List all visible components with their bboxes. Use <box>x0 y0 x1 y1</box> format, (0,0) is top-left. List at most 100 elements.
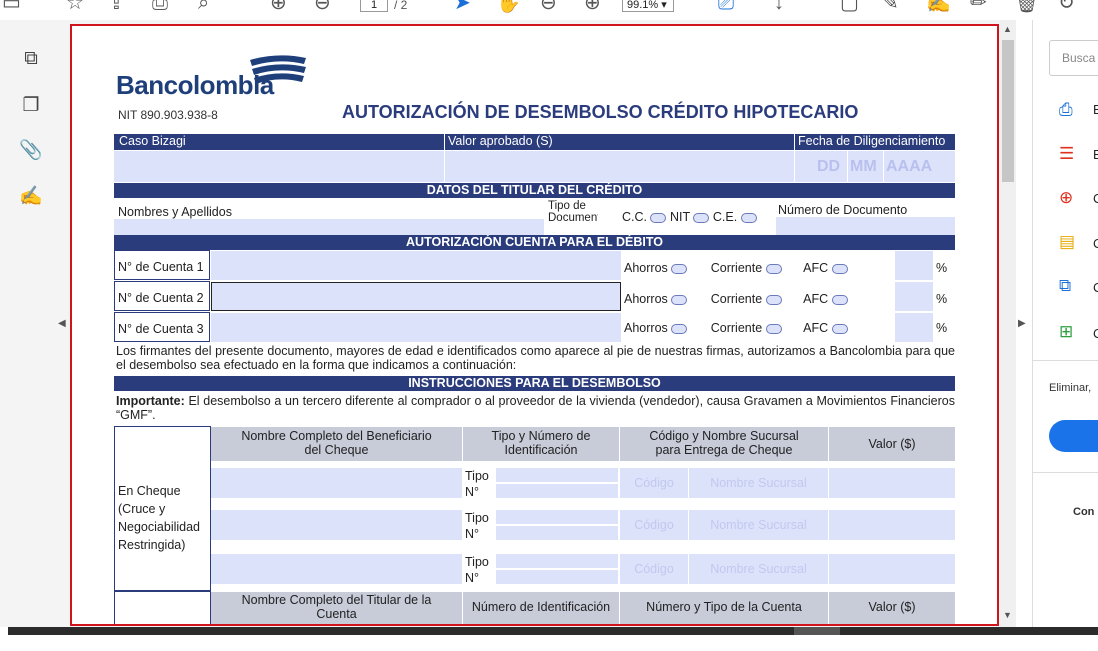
rotate-icon[interactable]: ↻ <box>1058 0 1075 14</box>
valor-input-1[interactable] <box>829 468 955 498</box>
nombres-input[interactable] <box>114 219 544 235</box>
upload-icon[interactable]: ⇪ <box>108 0 125 14</box>
scroll-up-icon[interactable]: ▲ <box>1003 24 1012 34</box>
horizontal-scroll-thumb[interactable] <box>794 627 840 635</box>
tool-label-6[interactable]: C <box>1093 326 1098 341</box>
fecha-mm[interactable]: MM <box>848 151 883 182</box>
highlight-icon[interactable]: ✎ <box>882 0 899 14</box>
ce-radio[interactable] <box>740 212 757 223</box>
codigo-input-2[interactable]: Código <box>620 510 688 540</box>
valor-input[interactable] <box>445 151 794 182</box>
valor-input-2[interactable] <box>829 510 955 540</box>
caso-label: Caso Bizagi <box>114 134 444 150</box>
cuenta-1-input[interactable] <box>211 251 621 280</box>
form-title: AUTORIZACIÓN DE DESEMBOLSO CRÉDITO HIPOT… <box>342 102 859 122</box>
search-icon[interactable]: ⌕ <box>198 0 209 14</box>
importante-body: El desembolso a un tercero diferente al … <box>116 394 955 422</box>
beneficiario-input-2[interactable] <box>211 510 462 540</box>
primary-action-button[interactable] <box>1049 420 1098 452</box>
collapse-left-icon[interactable]: ◀ <box>58 318 66 329</box>
tool-label-2[interactable]: E <box>1093 147 1098 162</box>
zoom-out-icon[interactable]: ⊖ <box>540 0 557 14</box>
fecha-aaaa[interactable]: AAAA <box>884 151 955 182</box>
ahorros-radio-2[interactable] <box>671 294 688 305</box>
combine-icon[interactable]: ⧉ <box>1059 276 1071 296</box>
print-icon[interactable]: ⎙ <box>152 0 168 14</box>
copy-icon[interactable]: ❐ <box>18 94 44 120</box>
sucursal-input-1[interactable]: Nombre Sucursal <box>689 468 828 498</box>
tool-label-4[interactable]: C <box>1093 236 1098 251</box>
afc-radio-1[interactable] <box>831 263 848 274</box>
num-input-3[interactable] <box>496 570 618 584</box>
pages-panel-icon[interactable]: ⧉ <box>18 48 44 74</box>
page-up-icon[interactable]: ⊕ <box>270 0 287 14</box>
zoom-in-icon[interactable]: ⊕ <box>584 0 601 14</box>
num-doc-input[interactable] <box>776 217 955 235</box>
beneficiario-input-3[interactable] <box>211 554 462 584</box>
fecha-dd[interactable]: DD <box>795 151 847 182</box>
create-pdf-icon[interactable]: ⊕ <box>1059 188 1073 208</box>
edit-pdf-icon[interactable]: ☰ <box>1059 144 1074 164</box>
organize-icon[interactable]: ⊞ <box>1059 322 1073 342</box>
tipo-input-1[interactable] <box>496 468 618 482</box>
cc-label: C.C. <box>622 210 647 224</box>
sucursal-input-3[interactable]: Nombre Sucursal <box>689 554 828 584</box>
page-down-icon[interactable]: ⊖ <box>314 0 331 14</box>
scroll-down-icon[interactable]: ▼ <box>1003 610 1012 620</box>
select-tool-icon[interactable]: ➤ <box>454 0 471 14</box>
tipo-input-3[interactable] <box>496 554 618 568</box>
pct-input-1[interactable] <box>895 251 933 280</box>
scroll-mode-icon[interactable]: ↓ <box>774 0 784 14</box>
ahorros-radio-3[interactable] <box>671 323 688 334</box>
pct-input-3[interactable] <box>895 313 933 342</box>
ahorros-radio-1[interactable] <box>671 263 688 274</box>
comment-tool-icon[interactable]: ▤ <box>1059 232 1075 252</box>
tipo-n-2: Tipo N° <box>465 510 495 542</box>
page-number-input[interactable]: 1 <box>360 0 388 12</box>
scrollbar-thumb[interactable] <box>1002 40 1014 182</box>
tool-label-3[interactable]: C <box>1093 191 1098 206</box>
bookmark-star-icon[interactable]: ☆ <box>66 0 84 14</box>
valor-input-3[interactable] <box>829 554 955 584</box>
signature-panel-icon[interactable]: ✍ <box>18 184 44 210</box>
delete-icon[interactable]: 🗑 <box>1014 0 1039 14</box>
pct-input-2[interactable] <box>895 282 933 311</box>
export-pdf-icon[interactable]: ⎙ <box>1059 100 1073 120</box>
corriente-radio-2[interactable] <box>765 294 782 305</box>
attachment-icon[interactable]: 📎 <box>18 138 44 164</box>
cuenta-3-input[interactable] <box>211 313 621 342</box>
sucursal-input-2[interactable]: Nombre Sucursal <box>689 510 828 540</box>
corriente-radio-1[interactable] <box>765 263 782 274</box>
pct-label-3: % <box>936 321 948 335</box>
save-icon[interactable]: ▭ <box>2 0 21 14</box>
cc-radio[interactable] <box>650 212 667 223</box>
num-input-2[interactable] <box>496 526 618 540</box>
expand-right-icon[interactable]: ▶ <box>1018 318 1026 329</box>
afc-radio-3[interactable] <box>831 323 848 334</box>
fit-page-icon[interactable]: ⎚ <box>718 0 734 14</box>
afc-radio-2[interactable] <box>831 294 848 305</box>
nit-label: NIT <box>669 210 690 224</box>
tool-label-5[interactable]: C <box>1093 280 1098 295</box>
codigo-input-3[interactable]: Código <box>620 554 688 584</box>
tipo-n-1: Tipo N° <box>465 468 495 500</box>
num-input-1[interactable] <box>496 484 618 498</box>
sign-icon[interactable]: ✍ <box>926 0 951 14</box>
tool-label-1[interactable]: E <box>1093 102 1098 117</box>
comment-icon[interactable]: ▢ <box>840 0 859 14</box>
beneficiario-input-1[interactable] <box>211 468 462 498</box>
tipo-input-2[interactable] <box>496 510 618 524</box>
tools-search-input[interactable]: Busca <box>1049 40 1098 76</box>
zoom-select[interactable]: 99.1% ▾ <box>622 0 674 12</box>
caso-input[interactable] <box>114 151 444 182</box>
col-codigo-sucursal: Código y Nombre Sucursal para Entrega de… <box>620 427 828 461</box>
col-num-tipo-cuenta: Número y Tipo de la Cuenta <box>620 592 828 624</box>
hand-tool-icon[interactable]: ✋ <box>496 0 521 14</box>
nit-radio[interactable] <box>693 212 710 223</box>
codigo-input-1[interactable]: Código <box>620 468 688 498</box>
cuenta-2-input[interactable] <box>211 282 621 311</box>
importante-label: Importante: <box>116 394 185 408</box>
nombres-label: Nombres y Apellidos <box>118 205 232 219</box>
corriente-radio-3[interactable] <box>765 323 782 334</box>
draw-icon[interactable]: ✏ <box>970 0 987 14</box>
